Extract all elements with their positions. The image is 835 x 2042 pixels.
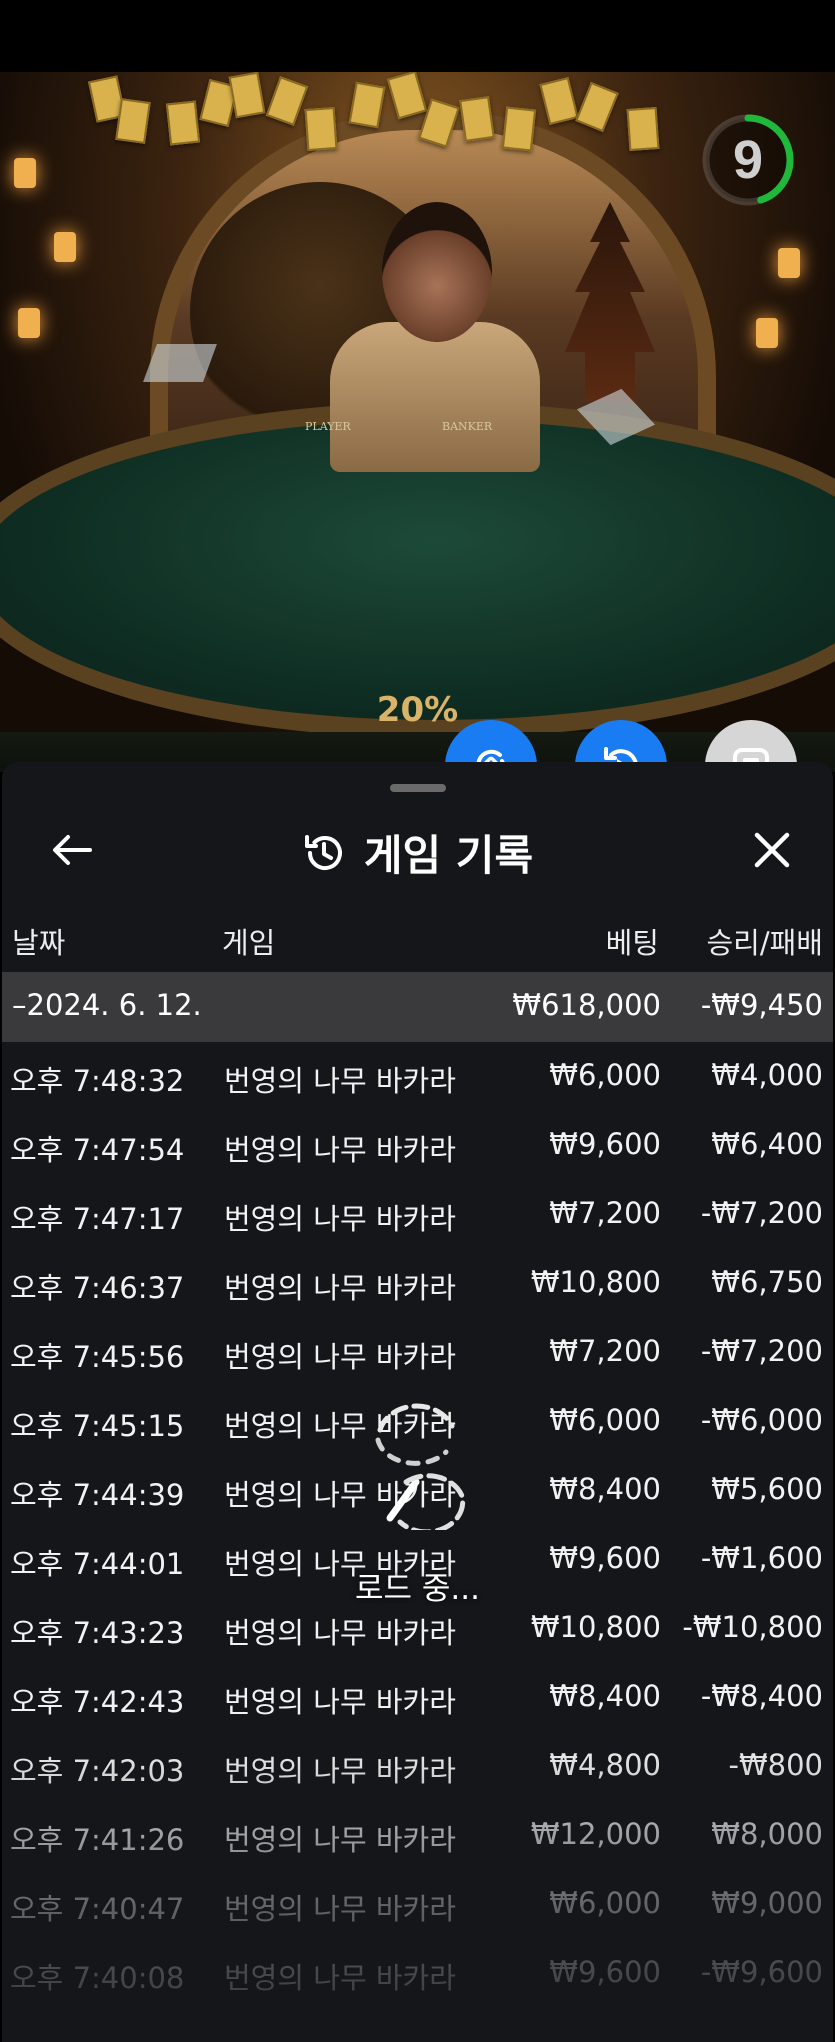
loading-text: 로드 중... — [355, 1571, 480, 1607]
row-game: 번영의 나무 바카라 — [224, 1202, 456, 1236]
row-game: 번영의 나무 바카라 — [224, 1340, 456, 1374]
row-time: 오후 7:41:26 — [10, 1823, 185, 1857]
date-group-bet: ₩618,000 — [512, 988, 661, 1022]
row-bet: ₩8,400 — [549, 1472, 661, 1506]
row-time: 오후 7:48:32 — [10, 1064, 185, 1098]
loading-spinner-icon — [375, 1403, 466, 1530]
row-result: -₩8,400 — [700, 1679, 823, 1713]
row-bet: ₩12,000 — [530, 1817, 661, 1851]
history-row[interactable]: 오후 7:40:47 번영의 나무 바카라 ₩6,000 ₩9,000 — [2, 1870, 833, 1939]
panel-header: 게임 기록 — [2, 822, 833, 883]
row-bet: ₩10,800 — [530, 1265, 661, 1299]
row-result: -₩9,600 — [700, 1955, 823, 1989]
hanging-card — [265, 76, 309, 126]
history-row[interactable]: 오후 7:45:56 번영의 나무 바카라 ₩7,200 -₩7,200 — [2, 1318, 833, 1387]
row-game: 번영의 나무 바카라 — [224, 1892, 456, 1926]
history-icon — [304, 834, 342, 870]
row-bet: ₩9,600 — [549, 1955, 661, 1989]
date-group-date: –2024. 6. 12. — [12, 988, 202, 1022]
drag-handle[interactable] — [390, 784, 446, 792]
row-game: 번영의 나무 바카라 — [224, 1823, 456, 1857]
hanging-card — [165, 100, 201, 146]
row-time: 오후 7:43:23 — [10, 1616, 185, 1650]
status-bar — [0, 0, 835, 72]
row-time: 오후 7:45:15 — [10, 1409, 185, 1443]
row-time: 오후 7:46:37 — [10, 1271, 185, 1305]
row-result: ₩9,000 — [711, 1886, 823, 1920]
row-result: ₩8,000 — [711, 1817, 823, 1851]
row-result: -₩7,200 — [700, 1334, 823, 1368]
row-bet: ₩6,000 — [549, 1403, 661, 1437]
history-row[interactable]: 오후 7:47:54 번영의 나무 바카라 ₩9,600 ₩6,400 — [2, 1111, 833, 1180]
row-result: -₩6,000 — [700, 1403, 823, 1437]
row-bet: ₩8,400 — [549, 1679, 661, 1713]
countdown-timer: 9 — [700, 106, 796, 214]
column-header-date: 날짜 — [12, 926, 66, 960]
panel-title: 게임 기록 — [363, 831, 534, 880]
row-bet: ₩9,600 — [549, 1127, 661, 1161]
date-group-row[interactable]: –2024. 6. 12. ₩618,000 -₩9,450 — [2, 972, 833, 1042]
row-game: 번영의 나무 바카라 — [224, 1271, 456, 1305]
hanging-card — [501, 106, 537, 152]
hanging-card — [459, 96, 495, 142]
hanging-card — [304, 107, 338, 151]
close-button[interactable] — [746, 824, 798, 876]
row-result: ₩6,400 — [711, 1127, 823, 1161]
column-header-game: 게임 — [222, 926, 276, 960]
row-result: ₩4,000 — [711, 1058, 823, 1092]
row-bet: ₩10,800 — [530, 1610, 661, 1644]
row-time: 오후 7:42:43 — [10, 1685, 185, 1719]
row-time: 오후 7:40:08 — [10, 1961, 185, 1995]
row-time: 오후 7:47:17 — [10, 1202, 185, 1236]
column-header-result: 승리/패배 — [706, 926, 824, 960]
bonus-percentage: 20% — [376, 690, 459, 730]
row-time: 오후 7:47:54 — [10, 1133, 185, 1167]
row-time: 오후 7:44:39 — [10, 1478, 185, 1512]
row-game: 번영의 나무 바카라 — [224, 1064, 456, 1098]
row-game: 번영의 나무 바카라 — [224, 1133, 456, 1167]
table-banker-label: BANKER — [442, 420, 493, 433]
row-result: ₩5,600 — [711, 1472, 823, 1506]
close-icon — [754, 832, 790, 868]
lantern — [54, 232, 76, 262]
row-bet: ₩4,800 — [549, 1748, 661, 1782]
table-player-label: PLAYER — [305, 420, 351, 433]
timer-value: 9 — [732, 130, 764, 190]
history-row[interactable]: 오후 7:40:08 번영의 나무 바카라 ₩9,600 -₩9,600 — [2, 1939, 833, 2008]
row-bet: ₩6,000 — [549, 1058, 661, 1092]
row-bet: ₩7,200 — [549, 1196, 661, 1230]
history-row[interactable]: 오후 7:41:26 번영의 나무 바카라 ₩12,000 ₩8,000 — [2, 1801, 833, 1870]
row-result: -₩7,200 — [700, 1196, 823, 1230]
row-result: ₩6,750 — [711, 1265, 823, 1299]
row-game: 번영의 나무 바카라 — [224, 1685, 456, 1719]
lantern — [14, 158, 36, 188]
row-game: 번영의 나무 바카라 — [224, 1754, 456, 1788]
history-row[interactable]: 오후 7:48:32 번영의 나무 바카라 ₩6,000 ₩4,000 — [2, 1042, 833, 1111]
row-result: -₩10,800 — [682, 1610, 823, 1644]
hanging-card — [539, 76, 579, 126]
history-row[interactable]: 오후 7:42:43 번영의 나무 바카라 ₩8,400 -₩8,400 — [2, 1663, 833, 1732]
hanging-card — [115, 98, 151, 144]
row-game: 번영의 나무 바카라 — [224, 1616, 456, 1650]
dealer-head — [382, 202, 492, 342]
row-time: 오후 7:42:03 — [10, 1754, 185, 1788]
row-bet: ₩6,000 — [549, 1886, 661, 1920]
row-game: 번영의 나무 바카라 — [224, 1961, 456, 1995]
history-row[interactable]: 오후 7:47:17 번영의 나무 바카라 ₩7,200 -₩7,200 — [2, 1180, 833, 1249]
lantern — [18, 308, 40, 338]
dealer — [330, 322, 540, 472]
history-row[interactable]: 오후 7:42:03 번영의 나무 바카라 ₩4,800 -₩800 — [2, 1732, 833, 1801]
hanging-card — [626, 107, 660, 151]
column-header-bet: 베팅 — [605, 926, 659, 960]
hanging-card — [228, 72, 266, 119]
date-group-result: -₩9,450 — [700, 988, 823, 1022]
hanging-card — [575, 81, 619, 133]
history-row[interactable]: 오후 7:46:37 번영의 나무 바카라 ₩10,800 ₩6,750 — [2, 1249, 833, 1318]
row-time: 오후 7:45:56 — [10, 1340, 185, 1374]
lantern — [756, 318, 778, 348]
row-bet: ₩7,200 — [549, 1334, 661, 1368]
row-time: 오후 7:40:47 — [10, 1892, 185, 1926]
lantern — [778, 248, 800, 278]
row-result: -₩800 — [728, 1748, 824, 1782]
